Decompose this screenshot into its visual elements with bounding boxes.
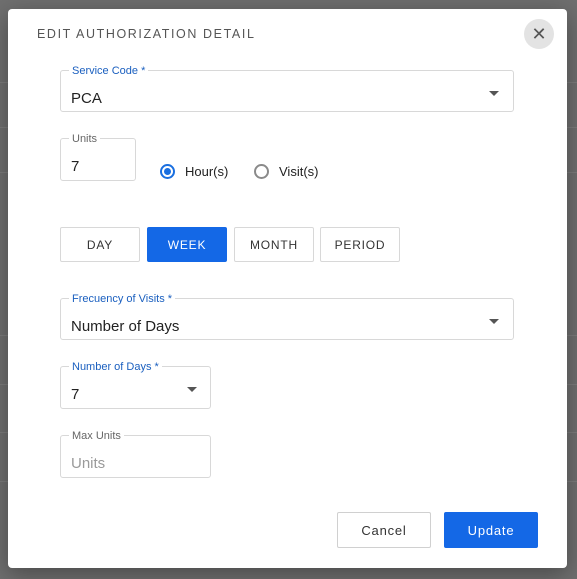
frequency-label: Frecuency of Visits * [69, 293, 176, 305]
units-field[interactable]: Units 7 [60, 133, 136, 181]
radio-visits-label: Visit(s) [279, 164, 319, 179]
radio-hours[interactable]: Hour(s) [160, 164, 228, 179]
chevron-down-icon [187, 387, 197, 392]
chevron-down-icon [489, 319, 499, 324]
close-button[interactable]: ✕ [524, 19, 554, 49]
max-units-placeholder: Units [71, 455, 106, 472]
tab-day[interactable]: DAY [60, 227, 140, 262]
chevron-down-icon [489, 91, 499, 96]
units-label: Units [69, 133, 101, 145]
radio-visits[interactable]: Visit(s) [254, 164, 318, 179]
max-units-field[interactable]: Max Units Units [60, 430, 211, 478]
service-code-value: PCA [71, 90, 102, 107]
radio-unchecked-icon [254, 164, 269, 179]
number-of-days-select[interactable]: Number of Days * 7 [60, 361, 211, 409]
dialog-title: EDIT AUTHORIZATION DETAIL [37, 27, 256, 41]
close-icon: ✕ [531, 23, 547, 44]
tab-period[interactable]: PERIOD [320, 227, 400, 262]
edit-authorization-dialog: EDIT AUTHORIZATION DETAIL ✕ Service Code… [8, 9, 567, 568]
service-code-label: Service Code * [69, 65, 149, 77]
number-of-days-label: Number of Days * [69, 361, 162, 373]
frequency-select[interactable]: Frecuency of Visits * Number of Days [60, 293, 514, 340]
tab-week[interactable]: WEEK [147, 227, 227, 262]
update-button[interactable]: Update [444, 512, 538, 548]
cancel-button[interactable]: Cancel [337, 512, 431, 548]
max-units-label: Max Units [69, 430, 124, 442]
number-of-days-value: 7 [71, 386, 80, 403]
radio-hours-label: Hour(s) [185, 164, 229, 179]
service-code-select[interactable]: Service Code * PCA [60, 65, 514, 112]
frequency-value: Number of Days [71, 318, 180, 335]
tab-month[interactable]: MONTH [234, 227, 314, 262]
radio-checked-icon [160, 164, 175, 179]
units-value: 7 [71, 158, 80, 175]
